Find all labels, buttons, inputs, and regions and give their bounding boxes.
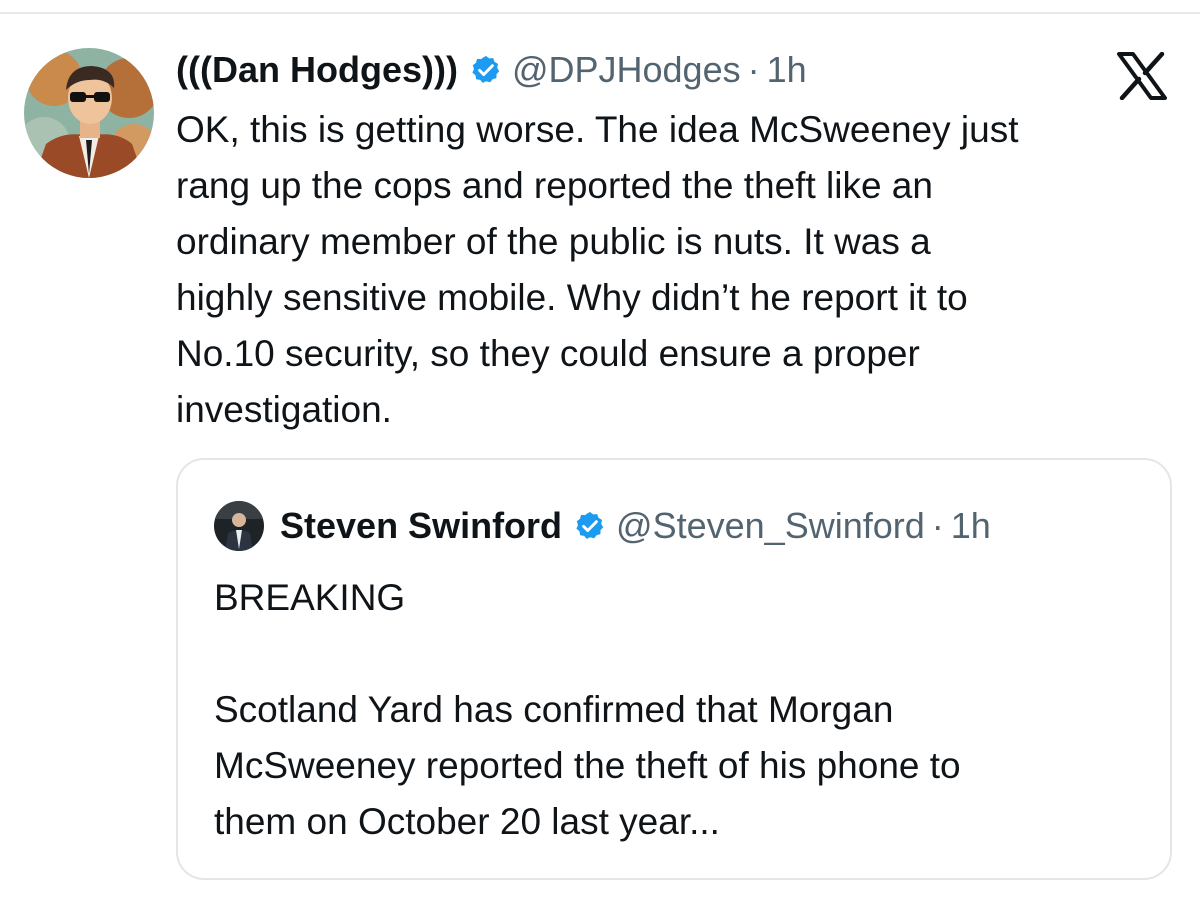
- author-name[interactable]: (((Dan Hodges))): [176, 44, 458, 96]
- avatar-illustration: [24, 48, 154, 178]
- quoted-author-avatar[interactable]: [214, 501, 264, 551]
- verified-badge-icon: [574, 510, 606, 542]
- x-logo-icon[interactable]: [1116, 51, 1168, 101]
- timestamp[interactable]: 1h: [767, 44, 807, 96]
- quoted-author-name[interactable]: Steven Swinford: [280, 500, 562, 552]
- quoted-tweet-header: Steven Swinford @Steven_Swinford · 1h: [214, 500, 991, 552]
- top-divider: [0, 12, 1200, 14]
- verified-badge-icon: [470, 54, 502, 86]
- tweet-text: OK, this is getting worse. The idea McSw…: [176, 109, 1019, 430]
- quoted-tweet-text: BREAKING Scotland Yard has confirmed tha…: [214, 577, 961, 842]
- separator-dot: ·: [747, 49, 760, 90]
- quoted-timestamp[interactable]: 1h: [951, 500, 991, 552]
- author-handle[interactable]: @DPJHodges: [512, 44, 741, 96]
- quoted-separator-dot: ·: [931, 505, 944, 546]
- quoted-tweet-card[interactable]: Steven Swinford @Steven_Swinford · 1h BR…: [176, 458, 1172, 880]
- quoted-author-handle[interactable]: @Steven_Swinford: [616, 500, 925, 552]
- author-avatar[interactable]: [24, 48, 154, 178]
- tweet-header: (((Dan Hodges))) @DPJHodges · 1h: [176, 44, 807, 96]
